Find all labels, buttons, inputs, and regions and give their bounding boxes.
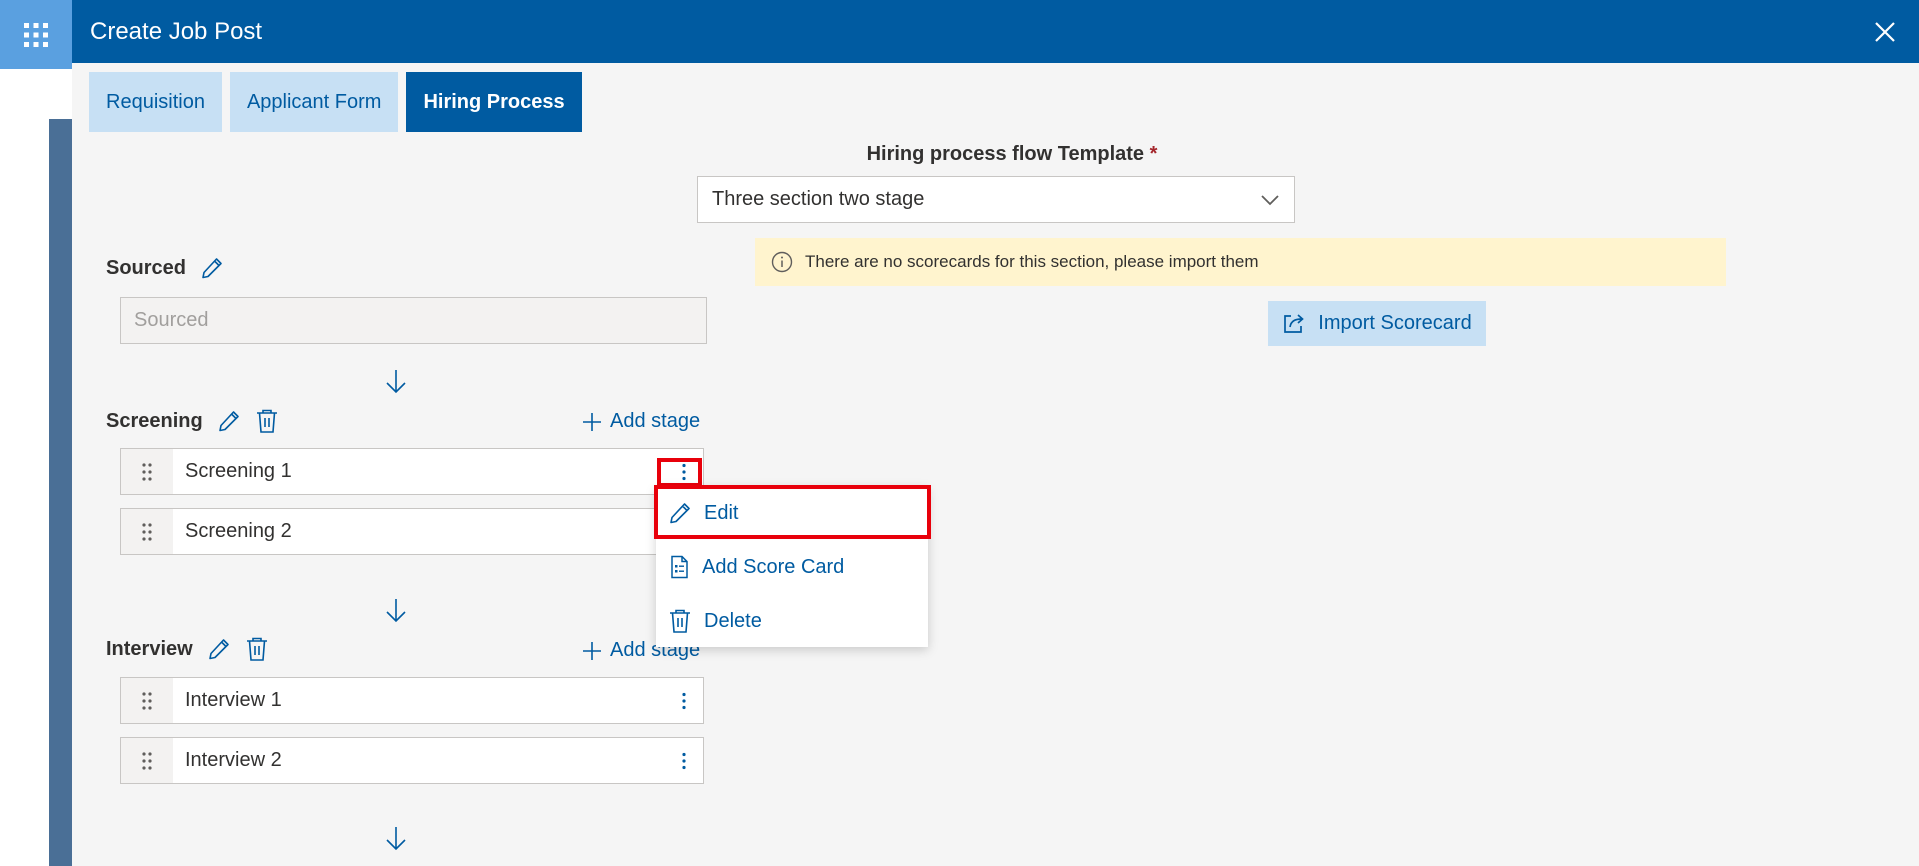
trash-icon: [256, 409, 277, 433]
section-title-screening-text: Screening: [106, 409, 203, 432]
template-label-text: Hiring process flow Template: [866, 143, 1145, 165]
template-label: Hiring process flow Template *: [72, 143, 1902, 166]
plus-icon: [583, 412, 601, 431]
sourced-stage-field: Sourced: [120, 297, 707, 344]
info-icon: [771, 251, 793, 273]
pencil-icon: [202, 258, 222, 279]
arrow-down-icon: [386, 599, 406, 623]
more-options-button[interactable]: [665, 678, 703, 723]
stage-row-interview-2[interactable]: Interview 2: [120, 737, 704, 784]
trash-icon: [670, 609, 690, 633]
arrow-down-icon: [386, 370, 406, 394]
more-vertical-icon: [682, 752, 686, 769]
template-dropdown-value: Three section two stage: [712, 188, 925, 210]
stage-name: Interview 2: [185, 749, 282, 771]
close-button[interactable]: [1871, 18, 1899, 46]
menu-item-add-score-card-label: Add Score Card: [702, 555, 845, 578]
delete-section-interview-button[interactable]: [245, 636, 269, 662]
section-title-interview: Interview: [106, 636, 269, 662]
drag-handle[interactable]: [121, 738, 173, 783]
menu-item-add-score-card[interactable]: Add Score Card: [656, 540, 928, 594]
stage-row-interview-1[interactable]: Interview 1: [120, 677, 704, 724]
panel-title: Create Job Post: [90, 17, 263, 45]
drag-handle[interactable]: [121, 678, 173, 723]
info-message-bar: There are no scorecards for this section…: [755, 238, 1726, 286]
share-icon: [1284, 313, 1305, 333]
info-message-text: There are no scorecards for this section…: [805, 252, 1259, 271]
more-options-button[interactable]: [665, 738, 703, 783]
arrow-down-icon: [386, 827, 406, 851]
stage-name: Screening 1: [185, 460, 292, 482]
import-scorecard-button[interactable]: Import Scorecard: [1268, 301, 1486, 346]
add-stage-screening-label: Add stage: [610, 410, 701, 432]
tab-hiring-process[interactable]: Hiring Process: [406, 72, 582, 132]
trash-icon: [246, 637, 267, 661]
tab-requisition[interactable]: Requisition: [89, 72, 222, 132]
drag-handle[interactable]: [121, 509, 173, 554]
import-scorecard-label: Import Scorecard: [1318, 312, 1472, 334]
edit-section-sourced-button[interactable]: [200, 256, 224, 280]
drag-handle-icon: [142, 691, 152, 710]
edit-section-interview-button[interactable]: [207, 637, 231, 661]
menu-item-delete[interactable]: Delete: [656, 594, 928, 648]
stage-name: Screening 2: [185, 520, 292, 542]
menu-item-delete-label: Delete: [704, 609, 762, 632]
waffle-icon: [24, 22, 48, 47]
plus-icon: [583, 641, 601, 660]
stage-name: Interview 1: [185, 689, 282, 711]
add-stage-screening-button[interactable]: Add stage: [582, 410, 700, 433]
delete-section-screening-button[interactable]: [255, 408, 279, 434]
pencil-icon: [218, 411, 239, 432]
section-title-screening: Screening: [106, 408, 279, 434]
stage-row-screening-1[interactable]: Screening 1: [120, 448, 704, 495]
required-indicator: *: [1149, 143, 1158, 165]
tab-applicant-form[interactable]: Applicant Form: [229, 72, 399, 132]
drag-handle[interactable]: [121, 449, 173, 494]
edit-section-screening-button[interactable]: [217, 409, 241, 433]
pencil-icon: [208, 639, 229, 660]
close-icon: [1875, 21, 1895, 42]
drag-handle-icon: [142, 522, 152, 541]
document-list-icon: [671, 555, 688, 579]
more-vertical-icon: [682, 692, 686, 709]
template-dropdown[interactable]: Three section two stage: [697, 176, 1295, 223]
panel-header: Create Job Post: [72, 0, 1919, 63]
drag-handle-icon: [142, 462, 152, 481]
stage-row-screening-2[interactable]: Screening 2: [120, 508, 704, 555]
chevron-down-icon: [1261, 194, 1279, 205]
app-launcher-button[interactable]: [0, 0, 72, 69]
more-button-highlight: [657, 458, 702, 487]
drag-handle-icon: [142, 751, 152, 770]
section-title-sourced-text: Sourced: [106, 256, 187, 279]
edit-item-highlight: [654, 485, 931, 539]
create-job-post-panel: Create Job Post Requisition Applicant Fo…: [72, 0, 1919, 866]
tab-bar: Requisition Applicant Form Hiring Proces…: [89, 72, 582, 132]
section-title-interview-text: Interview: [106, 637, 193, 660]
section-title-sourced: Sourced: [106, 256, 224, 280]
